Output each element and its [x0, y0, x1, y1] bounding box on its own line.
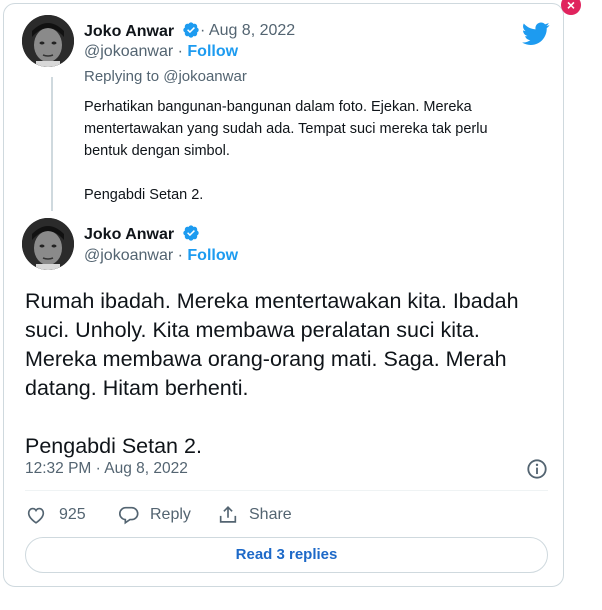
verified-badge-icon: [182, 225, 199, 241]
thread-connector-line: [51, 77, 53, 211]
share-button[interactable]: Share: [217, 504, 292, 526]
follow-button[interactable]: Follow: [187, 43, 238, 60]
reply-label: Reply: [150, 506, 191, 523]
info-icon[interactable]: [526, 458, 548, 480]
follow-button[interactable]: Follow: [187, 247, 238, 264]
read-replies-button[interactable]: Read 3 replies: [25, 537, 548, 573]
separator-dot: ·: [177, 43, 183, 60]
separator-dot: ·: [177, 247, 183, 264]
replying-to: Replying to @jokoanwar: [84, 68, 247, 85]
author-name[interactable]: Joko Anwar: [84, 224, 200, 244]
like-button[interactable]: 925: [25, 504, 86, 526]
replying-mention-link[interactable]: @jokoanwar: [163, 68, 247, 85]
tweet-timestamp[interactable]: 12:32 PM · Aug 8, 2022: [25, 460, 188, 478]
parent-tweet-text: Perhatikan bangunan-bangunan dalam foto.…: [84, 99, 488, 203]
like-count: 925: [59, 506, 86, 523]
avatar[interactable]: [22, 218, 74, 270]
reply-bubble-icon: [119, 506, 139, 525]
close-icon[interactable]: ×: [561, 0, 581, 15]
author-handle[interactable]: @jokoanwar: [84, 247, 173, 264]
divider: [25, 490, 548, 491]
author-name[interactable]: Joko Anwar: [84, 21, 200, 41]
author-handle[interactable]: @jokoanwar: [84, 43, 173, 60]
main-tweet-text: Rumah ibadah. Mereka mentertawakan kita.…: [25, 289, 519, 458]
share-label: Share: [249, 506, 292, 523]
reply-button[interactable]: Reply: [118, 504, 191, 526]
tweet-date[interactable]: · Aug 8, 2022: [200, 22, 295, 40]
share-icon: [219, 506, 237, 523]
avatar[interactable]: [22, 15, 74, 67]
verified-badge-icon: [182, 22, 199, 38]
tweet-embed-card: × Joko Anwar · Aug 8, 2022 @jokoanwar · …: [3, 0, 581, 587]
twitter-bird-icon[interactable]: [522, 22, 550, 46]
heart-icon: [27, 507, 45, 524]
